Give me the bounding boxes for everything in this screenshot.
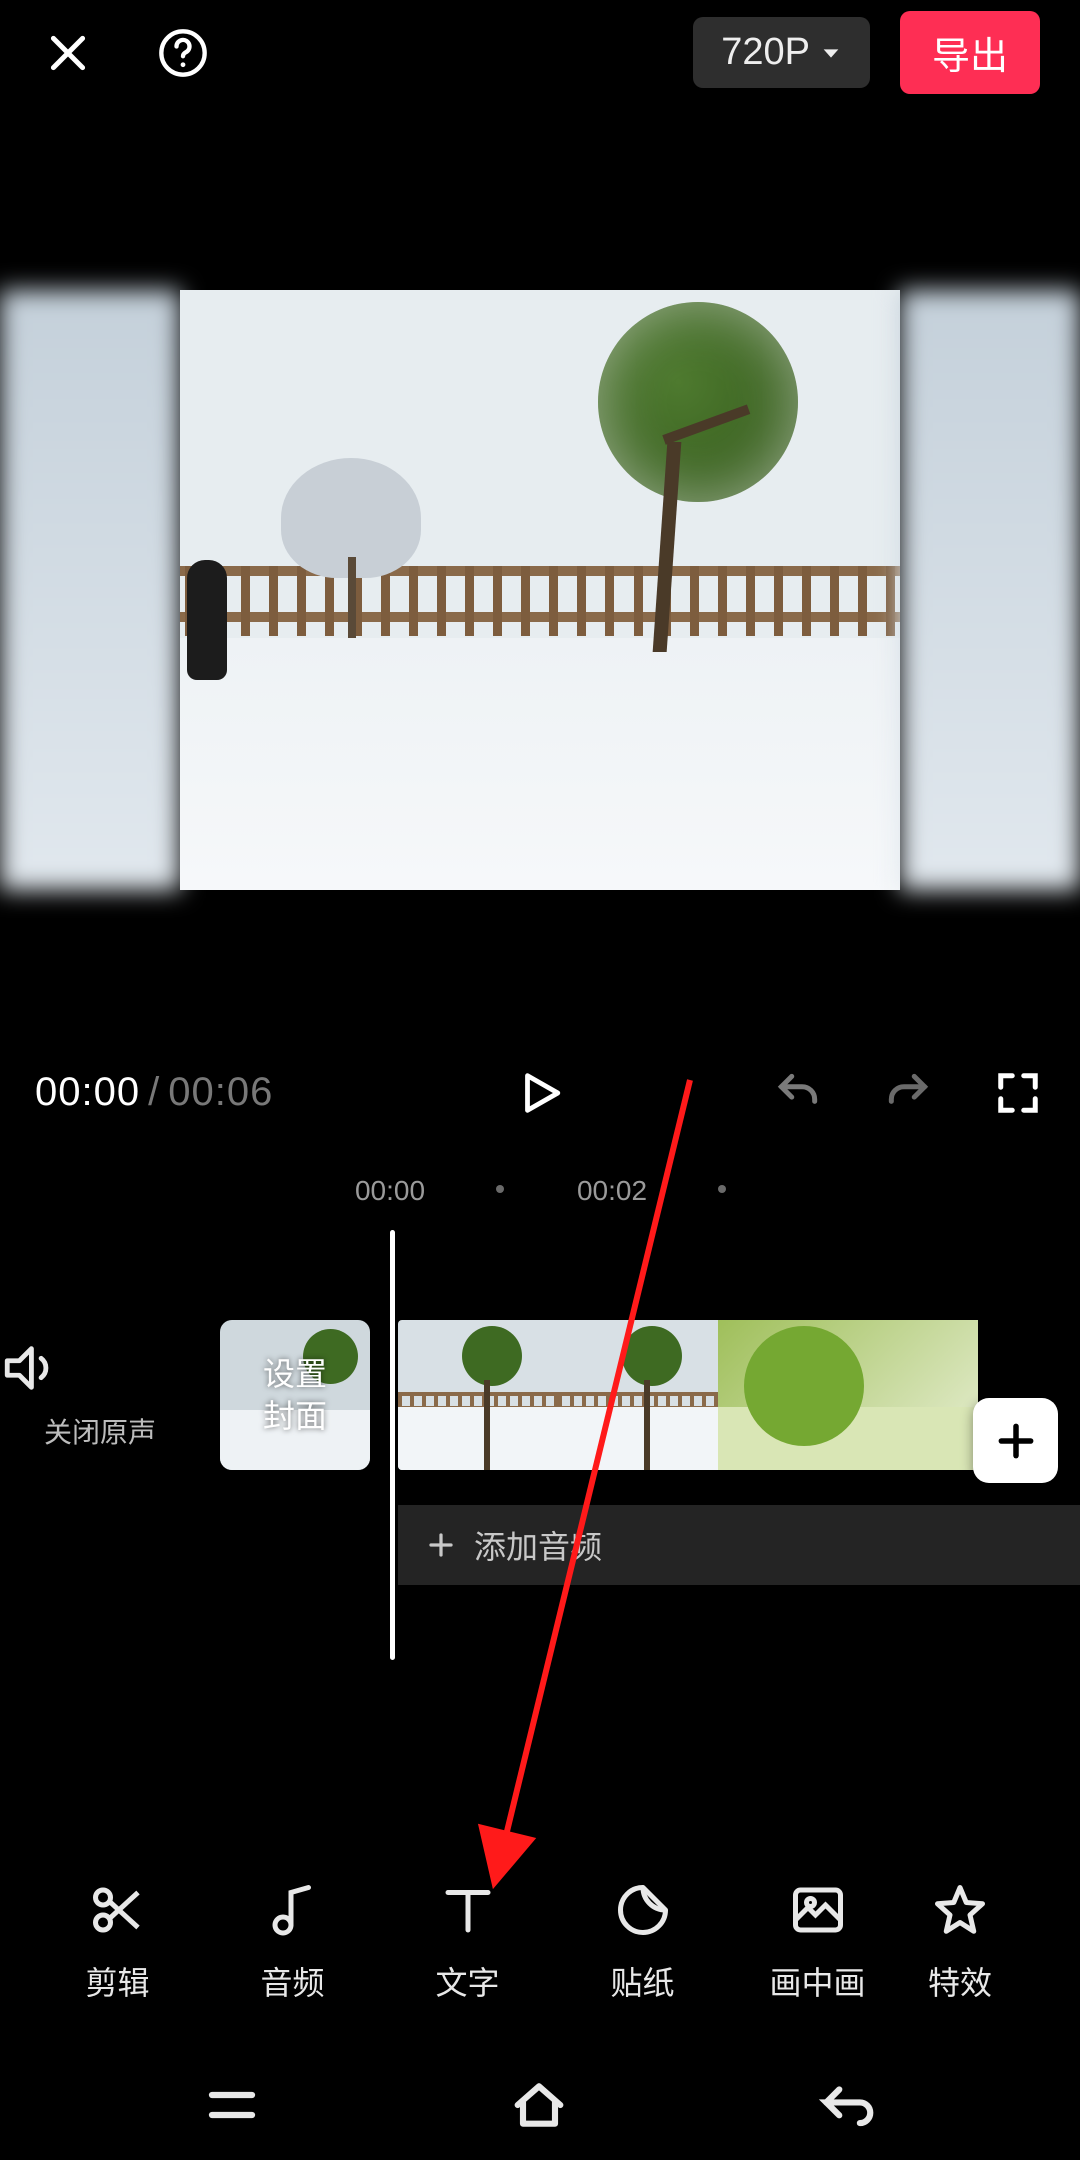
nav-home-button[interactable]: [507, 2073, 571, 2137]
picture-in-picture-icon: [788, 1880, 848, 1940]
tool-label: 特效: [928, 1958, 992, 2004]
system-nav-bar: [0, 2050, 1080, 2160]
add-audio-button[interactable]: 添加音频: [398, 1505, 1080, 1585]
ruler-dot: [496, 1185, 504, 1193]
timeline-ruler[interactable]: 00:00 00:02: [0, 1175, 1080, 1225]
set-cover-button[interactable]: 设置封面: [220, 1320, 370, 1470]
redo-button[interactable]: [880, 1065, 935, 1120]
preview-blur-right: [900, 290, 1080, 890]
scissors-icon: [88, 1880, 148, 1940]
current-time: 00:00: [35, 1070, 140, 1114]
resolution-button[interactable]: 720P: [693, 17, 870, 88]
export-button[interactable]: 导出: [900, 11, 1040, 94]
back-icon: [816, 2074, 878, 2136]
mute-original-audio-button[interactable]: 关闭原声: [0, 1339, 200, 1451]
tool-label: 画中画: [769, 1958, 865, 2004]
fullscreen-button[interactable]: [990, 1065, 1045, 1120]
music-note-icon: [263, 1880, 323, 1940]
preview-frame: [180, 290, 900, 890]
timecode: 00:00/00:06: [35, 1070, 273, 1115]
tool-text[interactable]: 文字: [380, 1880, 555, 2004]
timeline[interactable]: 关闭原声 设置封面 添加音频: [0, 1260, 1080, 1680]
text-icon: [438, 1880, 498, 1940]
ruler-tick: 00:00: [355, 1175, 425, 1207]
clip-thumbnail[interactable]: [718, 1320, 978, 1470]
tool-edit[interactable]: 剪辑: [30, 1880, 205, 2004]
mute-label: 关闭原声: [0, 1411, 200, 1451]
plus-icon: [426, 1530, 456, 1560]
speaker-icon: [0, 1339, 58, 1397]
tool-pip[interactable]: 画中画: [730, 1880, 905, 2004]
home-icon: [507, 2073, 571, 2137]
ruler-dot: [718, 1185, 726, 1193]
close-icon[interactable]: [40, 25, 95, 80]
preview-blur-left: [0, 290, 180, 890]
tool-label: 剪辑: [85, 1958, 149, 2004]
ruler-tick: 00:02: [577, 1175, 647, 1207]
nav-back-button[interactable]: [816, 2074, 878, 2136]
tool-audio[interactable]: 音频: [205, 1880, 380, 2004]
playhead[interactable]: [390, 1230, 395, 1660]
tool-effects[interactable]: 特效: [905, 1880, 1015, 2004]
add-audio-label: 添加音频: [474, 1522, 602, 1568]
resolution-label: 720P: [721, 31, 810, 74]
undo-button[interactable]: [770, 1065, 825, 1120]
nav-menu-button[interactable]: [202, 2075, 262, 2135]
play-button[interactable]: [513, 1065, 568, 1120]
sticker-icon: [613, 1880, 673, 1940]
clip-thumbnail[interactable]: [398, 1320, 558, 1470]
clip-thumbnail[interactable]: [558, 1320, 718, 1470]
tool-label: 文字: [435, 1958, 499, 2004]
tool-label: 音频: [260, 1958, 324, 2004]
bottom-toolbar: 剪辑 音频 文字 贴纸 画中画 特效: [0, 1880, 1080, 2050]
star-icon: [930, 1880, 990, 1940]
tool-label: 贴纸: [610, 1958, 674, 2004]
help-icon[interactable]: [155, 25, 210, 80]
plus-icon: [994, 1419, 1038, 1463]
add-clip-button[interactable]: [973, 1398, 1058, 1483]
tool-sticker[interactable]: 贴纸: [555, 1880, 730, 2004]
menu-icon: [202, 2075, 262, 2135]
duration: 00:06: [168, 1070, 273, 1114]
cover-button-label: 设置封面: [263, 1353, 327, 1437]
video-preview[interactable]: [0, 290, 1080, 890]
chevron-down-icon: [820, 42, 842, 64]
